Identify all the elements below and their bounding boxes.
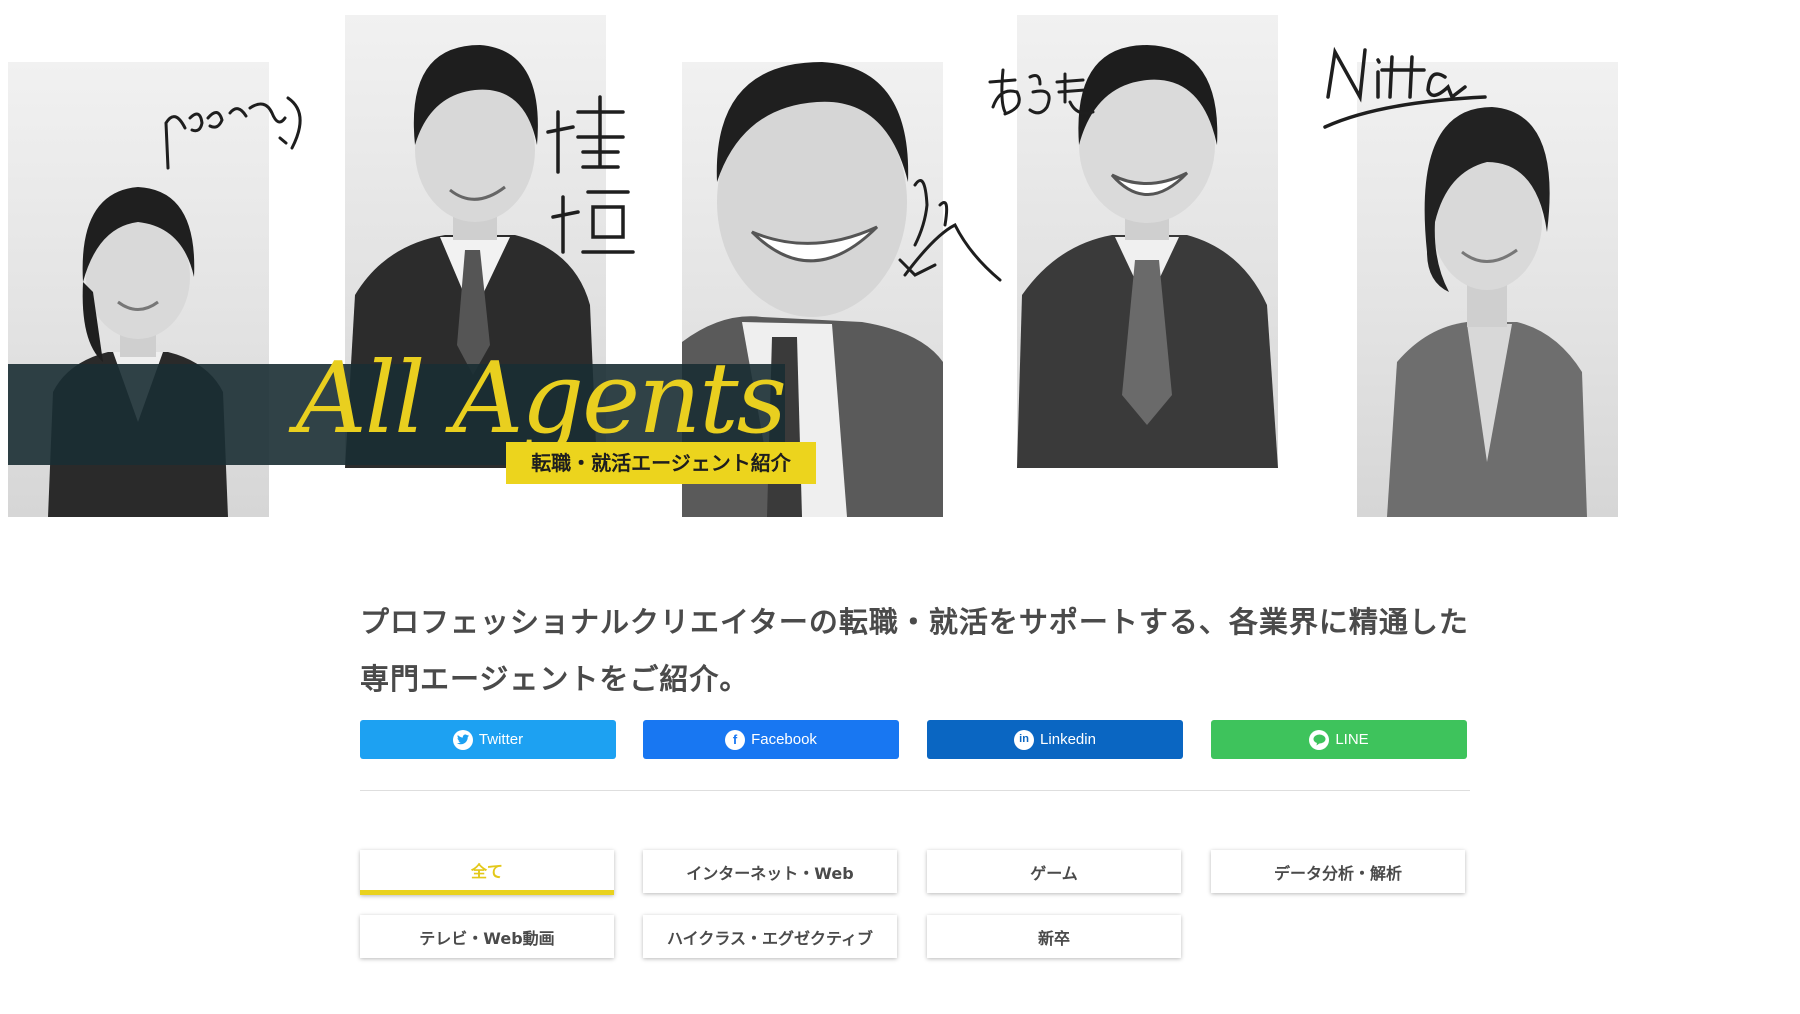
facebook-icon: f bbox=[725, 729, 746, 750]
category-tab-tv-web-video[interactable]: テレビ・Web動画 bbox=[360, 915, 614, 958]
signature-araki bbox=[985, 62, 1100, 126]
intro-text: プロフェッショナルクリエイターの転職・就活をサポートする、各業界に精通した専門エ… bbox=[360, 605, 1469, 696]
category-tab-game[interactable]: ゲーム bbox=[927, 850, 1181, 893]
twitter-icon bbox=[452, 729, 473, 750]
signature-nitta bbox=[1320, 42, 1490, 136]
hero-collage: All Agents 転職・就活エージェント紹介 bbox=[0, 0, 1800, 530]
share-facebook-label: Facebook bbox=[751, 731, 817, 748]
linkedin-icon: in bbox=[1014, 729, 1035, 750]
share-linkedin-label: Linkedin bbox=[1040, 731, 1096, 748]
share-twitter-button[interactable]: Twitter bbox=[360, 720, 616, 759]
category-tab-all[interactable]: 全て bbox=[360, 850, 614, 895]
category-tab-high-class[interactable]: ハイクラス・エグゼクティブ bbox=[643, 915, 897, 958]
share-twitter-label: Twitter bbox=[478, 731, 524, 748]
signature-furukawa bbox=[160, 88, 305, 182]
hero-subtitle: 転職・就活エージェント紹介 bbox=[506, 442, 816, 484]
line-icon bbox=[1309, 729, 1330, 750]
category-tab-internet-web[interactable]: インターネット・Web bbox=[643, 850, 897, 893]
divider bbox=[360, 790, 1470, 791]
signature-higaki bbox=[546, 92, 638, 266]
signature-center bbox=[895, 165, 1005, 289]
share-line-button[interactable]: LINE bbox=[1211, 720, 1467, 759]
category-tab-new-grad[interactable]: 新卒 bbox=[927, 915, 1181, 958]
share-facebook-button[interactable]: f Facebook bbox=[643, 720, 899, 759]
share-line-label: LINE bbox=[1335, 731, 1369, 748]
share-linkedin-button[interactable]: in Linkedin bbox=[927, 720, 1183, 759]
hero-title: All Agents bbox=[296, 342, 787, 456]
category-tab-data-analysis[interactable]: データ分析・解析 bbox=[1211, 850, 1465, 893]
